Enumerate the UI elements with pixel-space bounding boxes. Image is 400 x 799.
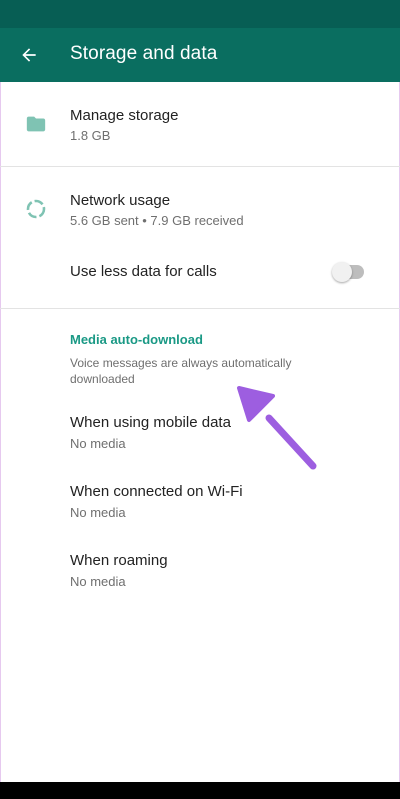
auto-download-label: When connected on Wi-Fi (70, 483, 243, 500)
data-usage-icon (24, 197, 48, 221)
auto-download-value: No media (70, 436, 126, 451)
auto-download-wifi[interactable]: When connected on Wi-Fi No media (0, 479, 400, 525)
page-title: Storage and data (70, 43, 218, 64)
manage-storage-size: 1.8 GB (70, 128, 111, 143)
app-bar: Storage and data (0, 28, 400, 82)
auto-download-value: No media (70, 505, 126, 520)
manage-storage-row[interactable]: Manage storage 1.8 GB (0, 100, 400, 150)
divider (0, 308, 400, 309)
toggle-thumb (332, 262, 352, 282)
network-usage-stats: 5.6 GB sent • 7.9 GB received (70, 213, 244, 228)
less-data-toggle[interactable] (332, 262, 366, 282)
section-header-media: Media auto-download (70, 332, 203, 347)
arrow-back-icon (22, 48, 36, 62)
status-bar (0, 0, 400, 28)
auto-download-label: When using mobile data (70, 414, 231, 431)
annotation-arrow (237, 386, 317, 470)
folder-icon (24, 112, 48, 136)
network-usage-row[interactable]: Network usage 5.6 GB sent • 7.9 GB recei… (0, 186, 400, 236)
network-usage-label: Network usage (70, 192, 171, 209)
auto-download-roaming[interactable]: When roaming No media (0, 548, 400, 594)
less-data-label: Use less data for calls (70, 263, 217, 280)
navigation-bar (0, 782, 400, 799)
divider (0, 166, 400, 167)
back-button[interactable] (8, 34, 50, 76)
auto-download-value: No media (70, 574, 126, 589)
auto-download-mobile-data[interactable]: When using mobile data No media (0, 410, 400, 456)
auto-download-label: When roaming (70, 552, 168, 569)
manage-storage-label: Manage storage (70, 107, 179, 124)
